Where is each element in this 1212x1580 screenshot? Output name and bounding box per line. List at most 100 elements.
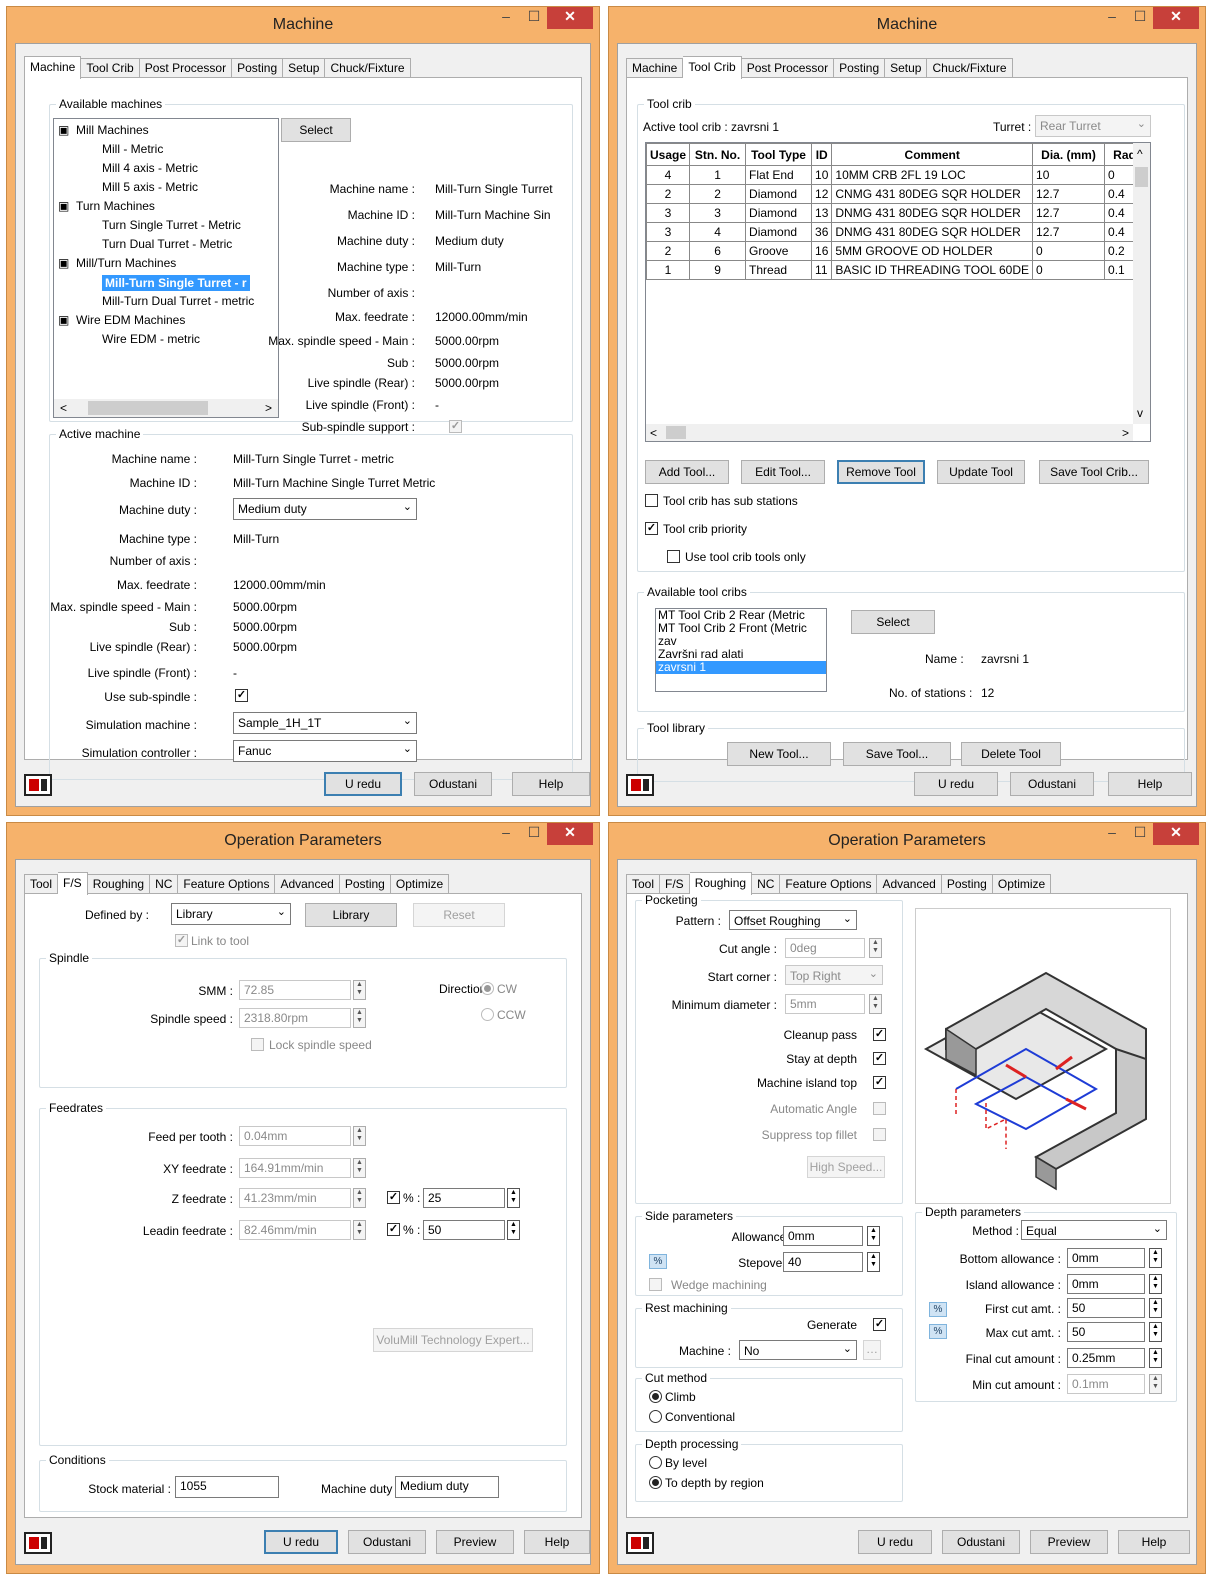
tab-advanced[interactable]: Advanced	[275, 874, 340, 894]
tree-item[interactable]: Mill 4 axis - Metric	[102, 161, 198, 175]
table-row[interactable]: 2 2 Diamond 12 CNMG 431 80DEG SQR HOLDER 12.7…	[646, 184, 1146, 204]
cw-radio[interactable]	[481, 982, 494, 995]
table-row[interactable]: 3 4 Diamond 36 DNMG 431 80DEG SQR HOLDER 12.7…	[646, 222, 1146, 242]
final-cut-field[interactable]: 0.25mm	[1067, 1348, 1145, 1368]
tab-chuck-fixture[interactable]: Chuck/Fixture	[325, 58, 411, 78]
z-percent-checkbox[interactable]: ✓	[387, 1191, 400, 1204]
help-button[interactable]: Help	[1108, 772, 1192, 796]
generate-checkbox[interactable]: ✓	[873, 1318, 886, 1331]
first-cut-stepper[interactable]: ▲ ▼	[1149, 1298, 1162, 1318]
ok-button[interactable]: U redu	[324, 772, 402, 796]
min-cut-stepper[interactable]: ▲ ▼	[1149, 1374, 1162, 1394]
minimize-icon[interactable]: –	[1101, 7, 1123, 29]
select-crib-button[interactable]: Select	[851, 610, 935, 634]
vertical-scrollbar[interactable]: ^ v	[1133, 143, 1150, 424]
tab-post-processor[interactable]: Post Processor	[139, 58, 233, 78]
tab-roughing[interactable]: Roughing	[689, 872, 753, 895]
wedge-machining-checkbox[interactable]	[649, 1278, 662, 1291]
tab-feature-options[interactable]: Feature Options	[178, 874, 276, 894]
available-cribs-list[interactable]: MT Tool Crib 2 Rear (Metric MT Tool Crib …	[655, 608, 827, 692]
save-tool-button[interactable]: Save Tool...	[843, 742, 951, 766]
tree-category[interactable]: Mill/Turn Machines	[76, 256, 176, 270]
tab-optimize[interactable]: Optimize	[390, 874, 450, 894]
tab-posting[interactable]: Posting	[232, 58, 284, 78]
tab-posting[interactable]: Posting	[941, 874, 993, 894]
column-header[interactable]: Comment	[831, 143, 1034, 166]
preview-button[interactable]: Preview	[1030, 1530, 1108, 1554]
sub-spindle-support-checkbox[interactable]: ✓	[449, 420, 462, 433]
link-to-tool-checkbox[interactable]: ✓	[175, 934, 188, 947]
z-percent-field[interactable]: 25	[423, 1188, 505, 1208]
xy-feedrate-field[interactable]: 164.91mm/min	[239, 1158, 351, 1178]
horizontal-scrollbar[interactable]: < >	[646, 424, 1133, 441]
leadin-percent-field[interactable]: 50	[423, 1220, 505, 1240]
close-icon[interactable]: ✕	[1153, 823, 1199, 845]
scroll-right-icon[interactable]: >	[265, 401, 272, 415]
simulation-machine-dropdown[interactable]: Sample_1H_1T ⌄	[233, 712, 417, 734]
turret-dropdown[interactable]: Rear Turret ⌄	[1035, 115, 1151, 137]
preview-button[interactable]: Preview	[436, 1530, 514, 1554]
volumill-button[interactable]: VoluMill Technology Expert...	[373, 1328, 533, 1352]
high-speed-button[interactable]: High Speed...	[807, 1156, 885, 1178]
tree-item[interactable]: Turn Single Turret - Metric	[102, 218, 241, 232]
tab-setup[interactable]: Setup	[885, 58, 928, 78]
tree-category[interactable]: Turn Machines	[76, 199, 155, 213]
leadin-feedrate-stepper[interactable]: ▲ ▼	[353, 1220, 366, 1240]
island-allowance-field[interactable]: 0mm	[1067, 1274, 1145, 1294]
leadin-percent-checkbox[interactable]: ✓	[387, 1223, 400, 1236]
edit-tool-button[interactable]: Edit Tool...	[741, 460, 825, 484]
feed-per-tooth-stepper[interactable]: ▲ ▼	[353, 1126, 366, 1146]
scroll-thumb[interactable]	[88, 401, 208, 415]
minimize-icon[interactable]: –	[1101, 823, 1123, 845]
select-machine-button[interactable]: Select	[281, 118, 351, 142]
machine-duty-field[interactable]: Medium duty	[395, 1476, 499, 1498]
defined-by-dropdown[interactable]: Library ⌄	[171, 903, 291, 925]
title-bar[interactable]: Machine – ☐ ✕	[7, 7, 599, 43]
pattern-dropdown[interactable]: Offset Roughing ⌄	[729, 910, 857, 930]
add-tool-button[interactable]: Add Tool...	[645, 460, 729, 484]
scroll-right-icon[interactable]: >	[1122, 426, 1129, 440]
cancel-button[interactable]: Odustani	[348, 1530, 426, 1554]
minimize-icon[interactable]: –	[495, 7, 517, 29]
scroll-thumb[interactable]	[1135, 167, 1148, 187]
table-row[interactable]: 4 1 Flat End 10 10MM CRB 2FL 19 LOC 10 0	[646, 165, 1146, 185]
tree-item[interactable]: Mill-Turn Single Turret - r	[102, 275, 250, 291]
close-icon[interactable]: ✕	[1153, 7, 1199, 29]
tab-machine[interactable]: Machine	[24, 56, 82, 79]
close-icon[interactable]: ✕	[547, 7, 593, 29]
cut-angle-stepper[interactable]: ▲ ▼	[869, 938, 882, 958]
machine-duty-dropdown[interactable]: Medium duty ⌄	[233, 498, 417, 520]
cancel-button[interactable]: Odustani	[942, 1530, 1020, 1554]
tab-chuck-fixture[interactable]: Chuck/Fixture	[927, 58, 1013, 78]
simulation-controller-dropdown[interactable]: Fanuc ⌄	[233, 740, 417, 762]
library-button[interactable]: Library	[305, 903, 397, 927]
table-row[interactable]: 2 6 Groove 16 5MM GROOVE OD HOLDER 0 0.2	[646, 241, 1146, 261]
scroll-left-icon[interactable]: <	[650, 426, 657, 440]
feed-per-tooth-field[interactable]: 0.04mm	[239, 1126, 351, 1146]
title-bar[interactable]: Operation Parameters – ☐ ✕	[7, 823, 599, 859]
maximize-icon[interactable]: ☐	[1129, 7, 1151, 29]
crib-tools-only-checkbox[interactable]	[667, 550, 680, 563]
column-header[interactable]: Dia. (mm)	[1032, 143, 1106, 166]
tab-nc[interactable]: NC	[150, 874, 179, 894]
remove-tool-button[interactable]: Remove Tool	[837, 460, 925, 484]
xy-feedrate-stepper[interactable]: ▲ ▼	[353, 1158, 366, 1178]
tab-tool[interactable]: Tool	[626, 874, 661, 894]
z-feedrate-stepper[interactable]: ▲ ▼	[353, 1188, 366, 1208]
spindle-speed-field[interactable]: 2318.80rpm	[239, 1008, 351, 1028]
max-cut-stepper[interactable]: ▲ ▼	[1149, 1322, 1162, 1342]
cancel-button[interactable]: Odustani	[1010, 772, 1094, 796]
start-corner-dropdown[interactable]: Top Right ⌄	[785, 965, 883, 985]
update-tool-button[interactable]: Update Tool	[937, 460, 1025, 484]
tree-item[interactable]: Turn Dual Turret - Metric	[102, 237, 232, 251]
max-cut-field[interactable]: 50	[1067, 1322, 1145, 1342]
to-depth-radio[interactable]	[649, 1476, 662, 1489]
column-header[interactable]: Tool Type	[745, 143, 813, 166]
tree-category[interactable]: Wire EDM Machines	[76, 313, 185, 327]
column-header[interactable]: Usage	[646, 143, 691, 166]
tab-fs[interactable]: F/S	[660, 874, 690, 894]
stock-material-field[interactable]: 1055	[175, 1476, 279, 1498]
tab-post-processor[interactable]: Post Processor	[741, 58, 835, 78]
cut-angle-field[interactable]: 0deg	[785, 938, 865, 958]
tab-tool[interactable]: Tool	[24, 874, 59, 894]
